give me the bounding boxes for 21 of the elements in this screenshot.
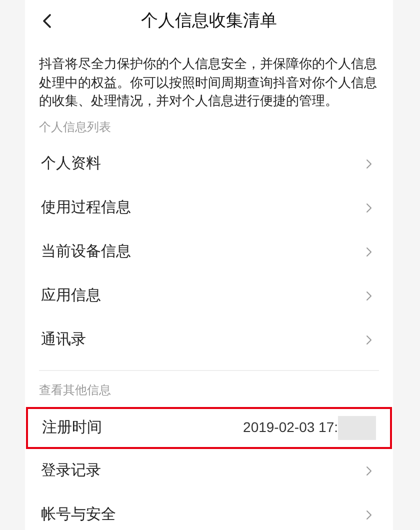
list-row[interactable]: 注册时间 2019-02-03 17: xyxy=(26,406,392,448)
row-label: 应用信息 xyxy=(41,285,101,306)
row-label: 个人资料 xyxy=(41,153,101,174)
section-label: 查看其他信息 xyxy=(38,382,112,398)
intro-paragraph: 抖音将尽全力保护你的个人信息安全，并保障你的个人信息处理中的权益。你可以按照时间周期查询抖音对你个人信息的收集、处理情况，并对个人信息进行便捷的管理。 xyxy=(38,56,378,111)
row-label: 当前设备信息 xyxy=(41,241,131,262)
list-row[interactable]: 使用过程信息 xyxy=(25,186,393,230)
row-value: 2019-02-03 17: xyxy=(243,418,338,437)
row-label: 通讯录 xyxy=(41,329,86,350)
row-label: 注册时间 xyxy=(42,417,102,438)
page-title: 个人信息收集清单 xyxy=(141,10,277,34)
list-row[interactable]: 应用信息 xyxy=(25,274,393,318)
row-label: 登录记录 xyxy=(41,460,101,482)
row-label: 使用过程信息 xyxy=(41,197,131,218)
list-row[interactable]: 个人资料 xyxy=(25,142,393,186)
list-row[interactable]: 通讯录 xyxy=(25,318,393,362)
list-row[interactable]: 登录记录 xyxy=(25,448,393,492)
row-label: 帐号与安全 xyxy=(41,504,116,526)
list-row[interactable]: 帐号与安全 xyxy=(25,492,393,530)
section-label: 个人信息列表 xyxy=(38,118,112,136)
list-row[interactable]: 当前设备信息 xyxy=(25,230,393,274)
